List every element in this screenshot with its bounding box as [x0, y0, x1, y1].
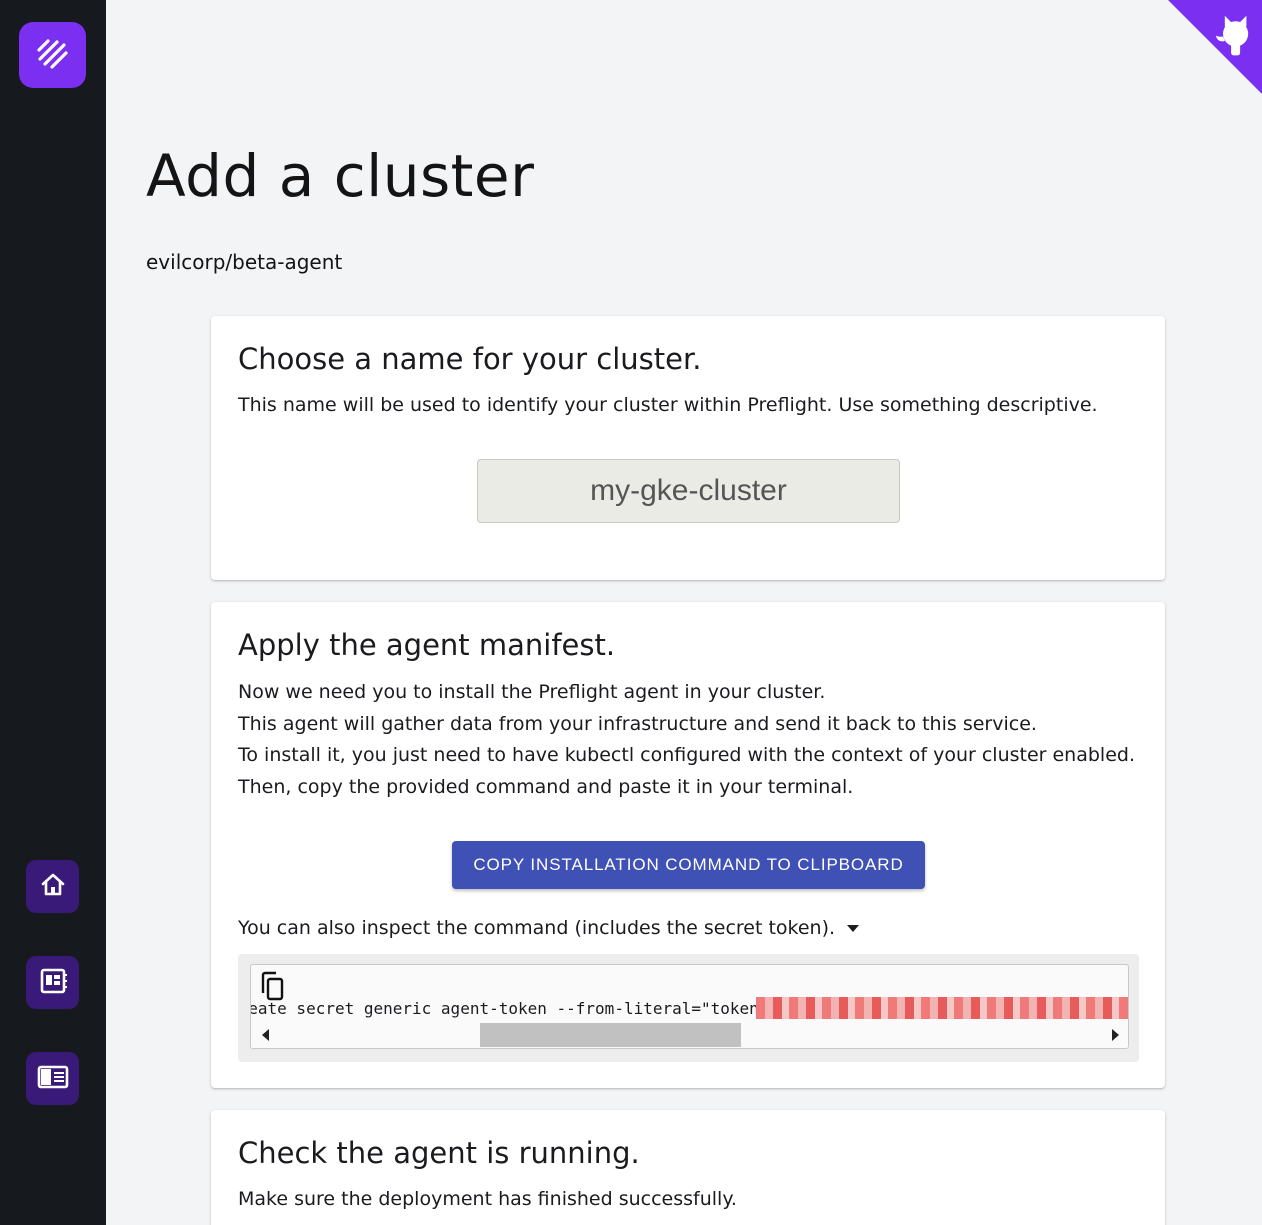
org-path: evilcorp/beta-agent [146, 250, 343, 274]
sidebar-item-docs[interactable] [26, 1052, 79, 1105]
sidebar [0, 0, 106, 1225]
command-text: create secret generic agent-token --from… [250, 999, 769, 1018]
agent-manifest-heading: Apply the agent manifest. [238, 628, 616, 662]
instruction-line: Now we need you to install the Preflight… [238, 681, 826, 703]
copy-install-command-button[interactable]: COPY INSTALLATION COMMAND TO CLIPBOARD [452, 841, 925, 889]
scroll-thumb[interactable] [480, 1023, 741, 1047]
instruction-line: This agent will gather data from your in… [238, 712, 1037, 735]
cluster-name-card: Choose a name for your cluster. This nam… [211, 316, 1165, 580]
instruction-line: Then, copy the provided command and past… [238, 775, 854, 798]
sidebar-item-home[interactable] [26, 860, 79, 913]
preflight-logo-icon[interactable] [19, 22, 86, 88]
scroll-right-icon[interactable] [1112, 1029, 1119, 1041]
docs-icon [37, 1064, 69, 1094]
github-octocat-icon [1168, 0, 1262, 94]
agent-running-description: Make sure the deployment has finished su… [238, 1188, 737, 1210]
caret-down-icon [847, 924, 860, 932]
main-content: Add a cluster evilcorp/beta-agent Choose… [106, 0, 1262, 1225]
cluster-name-description: This name will be used to identify your … [238, 394, 1098, 416]
agent-running-heading: Check the agent is running. [238, 1136, 640, 1170]
inspect-command-toggle[interactable]: You can also inspect the command (includ… [238, 917, 860, 939]
manifest-instructions: Now we need you to install the Preflight… [238, 677, 1135, 803]
github-corner-link[interactable] [1168, 0, 1262, 94]
command-code-box[interactable]: create secret generic agent-token --from… [250, 964, 1129, 1049]
agent-manifest-card: Apply the agent manifest. Now we need yo… [211, 602, 1165, 1088]
redacted-token [756, 997, 1128, 1019]
home-icon [39, 871, 67, 903]
inspect-command-label: You can also inspect the command (includ… [238, 917, 836, 939]
dashboard-icon [38, 966, 68, 1000]
sidebar-item-dashboard[interactable] [26, 956, 79, 1009]
scroll-left-icon[interactable] [262, 1029, 269, 1041]
agent-running-card: Check the agent is running. Make sure th… [211, 1110, 1165, 1225]
cluster-name-heading: Choose a name for your cluster. [238, 342, 702, 376]
command-panel: create secret generic agent-token --from… [238, 954, 1139, 1062]
cluster-name-input[interactable] [477, 459, 900, 523]
instruction-line: To install it, you just need to have kub… [238, 744, 1135, 766]
horizontal-scrollbar[interactable] [251, 1022, 1128, 1048]
page-title: Add a cluster [146, 142, 535, 210]
